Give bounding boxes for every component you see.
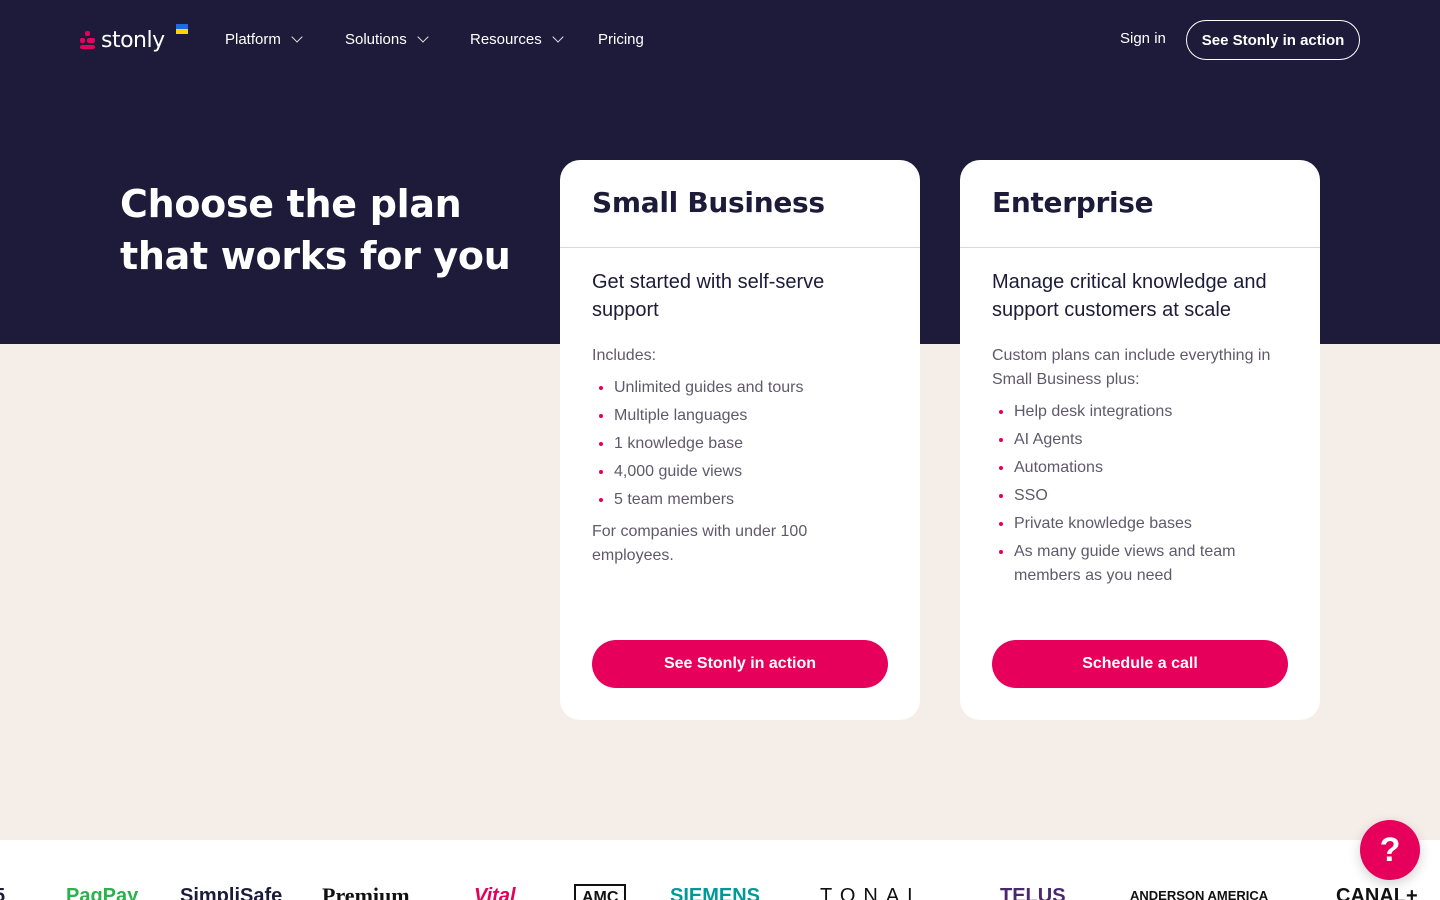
top-navigation: stonly Platform Solutions Resources Pric… bbox=[0, 0, 1440, 80]
see-stonly-in-action-card-button[interactable]: See Stonly in action bbox=[592, 640, 888, 688]
nav-resources[interactable]: Resources bbox=[470, 28, 564, 50]
page-title-line-1: Choose the plan bbox=[120, 182, 462, 226]
feature-item: Private knowledge bases bbox=[992, 512, 1288, 536]
customer-logo: TONAL bbox=[820, 885, 927, 900]
customer-logo: Vital bbox=[474, 885, 516, 900]
feature-item: As many guide views and team members as … bbox=[992, 540, 1288, 588]
feature-item: AI Agents bbox=[992, 428, 1288, 452]
help-chat-button[interactable]: ? bbox=[1360, 820, 1420, 880]
plan-card-enterprise: Enterprise Manage critical knowledge and… bbox=[960, 160, 1320, 720]
plan-note: For companies with under 100 employees. bbox=[592, 523, 808, 564]
chevron-down-icon bbox=[417, 30, 429, 43]
plan-subtitle: Manage critical knowledge and support cu… bbox=[992, 271, 1267, 321]
plan-card-header: Enterprise bbox=[960, 160, 1320, 248]
stonly-logo[interactable]: stonly bbox=[80, 24, 188, 56]
customer-logo: 5 bbox=[0, 884, 5, 900]
customer-logo: SimpliSafe bbox=[180, 885, 283, 900]
page-title: Choose the plan that works for you bbox=[120, 178, 520, 282]
customer-logo: TELUS bbox=[1000, 885, 1066, 900]
plan-card-body: Manage critical knowledge and support cu… bbox=[960, 248, 1320, 588]
question-mark-icon: ? bbox=[1379, 830, 1401, 869]
nav-platform-label: Platform bbox=[225, 30, 281, 48]
plan-subtitle: Get started with self-serve support bbox=[592, 271, 825, 321]
plan-title: Small Business bbox=[592, 186, 825, 219]
nav-pricing-label: Pricing bbox=[598, 30, 644, 48]
schedule-a-call-button[interactable]: Schedule a call bbox=[992, 640, 1288, 688]
chevron-down-icon bbox=[552, 30, 564, 43]
plan-includes-label: Custom plans can include everything in S… bbox=[992, 347, 1271, 388]
see-stonly-in-action-button[interactable]: See Stonly in action bbox=[1186, 20, 1360, 60]
plan-title: Enterprise bbox=[992, 186, 1154, 219]
sign-in-link[interactable]: Sign in bbox=[1120, 30, 1166, 47]
feature-item: 5 team members bbox=[592, 488, 888, 512]
customer-logos-strip: 5 PagPay SimpliSafe Premium Vital AMC SI… bbox=[0, 840, 1440, 900]
plan-card-body: Get started with self-serve support Incl… bbox=[560, 248, 920, 568]
nav-platform[interactable]: Platform bbox=[225, 28, 303, 50]
customer-logo: ANDERSON AMERICA bbox=[1130, 888, 1269, 900]
customer-logo: Premium bbox=[322, 883, 410, 900]
plan-feature-list: Help desk integrations AI Agents Automat… bbox=[992, 400, 1288, 588]
feature-item: Automations bbox=[992, 456, 1288, 480]
feature-item: Multiple languages bbox=[592, 404, 888, 428]
logo-wordmark: stonly bbox=[101, 27, 165, 53]
feature-item: Help desk integrations bbox=[992, 400, 1288, 424]
feature-item: Unlimited guides and tours bbox=[592, 376, 888, 400]
page-title-line-2: that works for you bbox=[120, 234, 511, 278]
nav-resources-label: Resources bbox=[470, 30, 542, 48]
customer-logo: CANAL+ bbox=[1336, 885, 1418, 900]
customer-logo: AMC bbox=[574, 884, 627, 900]
customer-logos-row: 5 PagPay SimpliSafe Premium Vital AMC SI… bbox=[0, 884, 1440, 900]
plan-card-small-business: Small Business Get started with self-ser… bbox=[560, 160, 920, 720]
stonly-logo-icon bbox=[80, 31, 96, 49]
ukraine-flag-icon bbox=[176, 24, 188, 34]
nav-pricing[interactable]: Pricing bbox=[598, 28, 644, 50]
nav-solutions[interactable]: Solutions bbox=[345, 28, 429, 50]
nav-solutions-label: Solutions bbox=[345, 30, 407, 48]
plan-includes-label: Includes: bbox=[592, 347, 657, 364]
chevron-down-icon bbox=[291, 30, 303, 43]
plan-card-header: Small Business bbox=[560, 160, 920, 248]
customer-logo: SIEMENS bbox=[670, 885, 761, 900]
feature-item: 4,000 guide views bbox=[592, 460, 888, 484]
feature-item: SSO bbox=[992, 484, 1288, 508]
plan-feature-list: Unlimited guides and tours Multiple lang… bbox=[592, 376, 888, 512]
customer-logo: PagPay bbox=[66, 885, 139, 900]
feature-item: 1 knowledge base bbox=[592, 432, 888, 456]
